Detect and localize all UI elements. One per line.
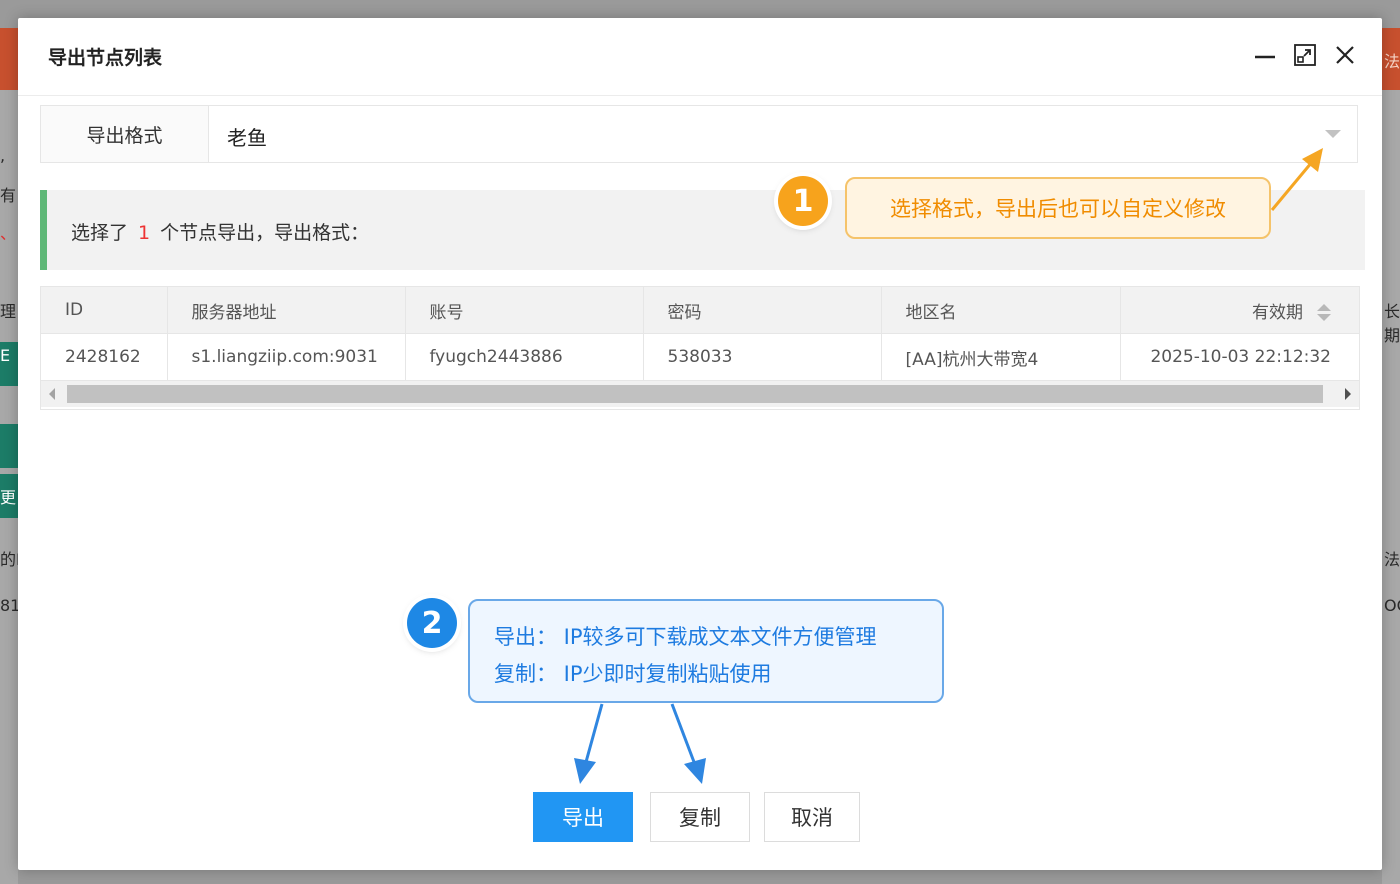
cell-id: 2428162 bbox=[41, 333, 168, 381]
step-badge-1: 1 bbox=[778, 176, 828, 226]
dialog-header: 导出节点列表 bbox=[18, 18, 1382, 96]
format-hint-callout: 选择格式，导出后也可以自定义修改 bbox=[845, 177, 1271, 239]
cell-server: s1.liangziip.com:9031 bbox=[167, 333, 406, 381]
dialog-title: 导出节点列表 bbox=[48, 47, 163, 69]
background-green-tag bbox=[0, 424, 18, 468]
export-format-row: 导出格式 老鱼 bbox=[40, 105, 1358, 163]
maximize-icon[interactable] bbox=[1290, 40, 1320, 70]
close-icon[interactable] bbox=[1330, 40, 1360, 70]
cell-expiry: 2025-10-03 22:12:32 bbox=[1120, 333, 1359, 381]
background-text: E bbox=[0, 346, 11, 365]
scroll-right-icon[interactable] bbox=[1345, 388, 1351, 400]
background-text: , bbox=[0, 146, 6, 165]
node-table: ID 服务器地址 账号 密码 地区名 有效期 2428162 s1.liangz… bbox=[40, 286, 1360, 410]
background-text: 法 bbox=[1384, 550, 1400, 569]
selected-count: 1 bbox=[138, 222, 151, 244]
cell-password: 538033 bbox=[643, 333, 882, 381]
export-format-value: 老鱼 bbox=[227, 126, 267, 150]
selection-info-prefix: 选择了 bbox=[71, 222, 129, 244]
export-button[interactable]: 导出 bbox=[533, 792, 633, 842]
background-text: OC bbox=[1384, 596, 1400, 615]
step-badge-2: 2 bbox=[407, 598, 457, 648]
export-format-select[interactable]: 老鱼 bbox=[209, 106, 1357, 162]
scroll-left-icon[interactable] bbox=[49, 388, 55, 400]
sort-icon[interactable] bbox=[1317, 303, 1331, 322]
export-copy-hint-callout: 导出： IP较多可下载成文本文件方便管理 复制： IP少即时复制粘贴使用 bbox=[468, 599, 944, 703]
background-text: 理 bbox=[0, 302, 17, 321]
cell-region: [AA]杭州大带宽4 bbox=[881, 333, 1121, 381]
copy-hint-line: 复制： IP少即时复制粘贴使用 bbox=[494, 662, 772, 686]
cancel-button[interactable]: 取消 bbox=[764, 792, 860, 842]
chevron-down-icon bbox=[1325, 130, 1341, 138]
column-header-account: 账号 bbox=[405, 287, 644, 334]
background-right-strip bbox=[1382, 90, 1400, 884]
column-header-server: 服务器地址 bbox=[167, 287, 406, 334]
background-text: 法 bbox=[1384, 52, 1400, 71]
selection-info-suffix: 个节点导出，导出格式： bbox=[160, 222, 370, 244]
background-text: 长期 bbox=[1384, 302, 1400, 345]
column-header-region: 地区名 bbox=[881, 287, 1121, 334]
background-text: 、 bbox=[0, 224, 17, 243]
column-header-expiry-label: 有效期 bbox=[1252, 302, 1303, 323]
export-hint-line: 导出： IP较多可下载成文本文件方便管理 bbox=[494, 625, 877, 649]
selection-info-text: 选择了 1 个节点导出，导出格式： bbox=[71, 218, 369, 245]
export-node-list-dialog: 导出节点列表 导出格式 老鱼 选择了 1 个节点导出，导出格式： ID 服务器地… bbox=[18, 18, 1382, 870]
cell-account: fyugch2443886 bbox=[405, 333, 644, 381]
export-format-label: 导出格式 bbox=[41, 106, 209, 162]
horizontal-scrollbar[interactable] bbox=[41, 381, 1359, 407]
background-text: 更 bbox=[0, 488, 17, 507]
column-header-id: ID bbox=[41, 287, 168, 334]
table-row: 2428162 s1.liangziip.com:9031 fyugch2443… bbox=[41, 333, 1359, 381]
scrollbar-thumb[interactable] bbox=[67, 385, 1323, 403]
table-header-row: ID 服务器地址 账号 密码 地区名 有效期 bbox=[41, 287, 1359, 334]
column-header-expiry[interactable]: 有效期 bbox=[1120, 287, 1359, 334]
column-header-password: 密码 bbox=[643, 287, 882, 334]
minimize-icon[interactable] bbox=[1250, 40, 1280, 70]
background-text: 有 bbox=[0, 186, 17, 205]
copy-button[interactable]: 复制 bbox=[650, 792, 750, 842]
